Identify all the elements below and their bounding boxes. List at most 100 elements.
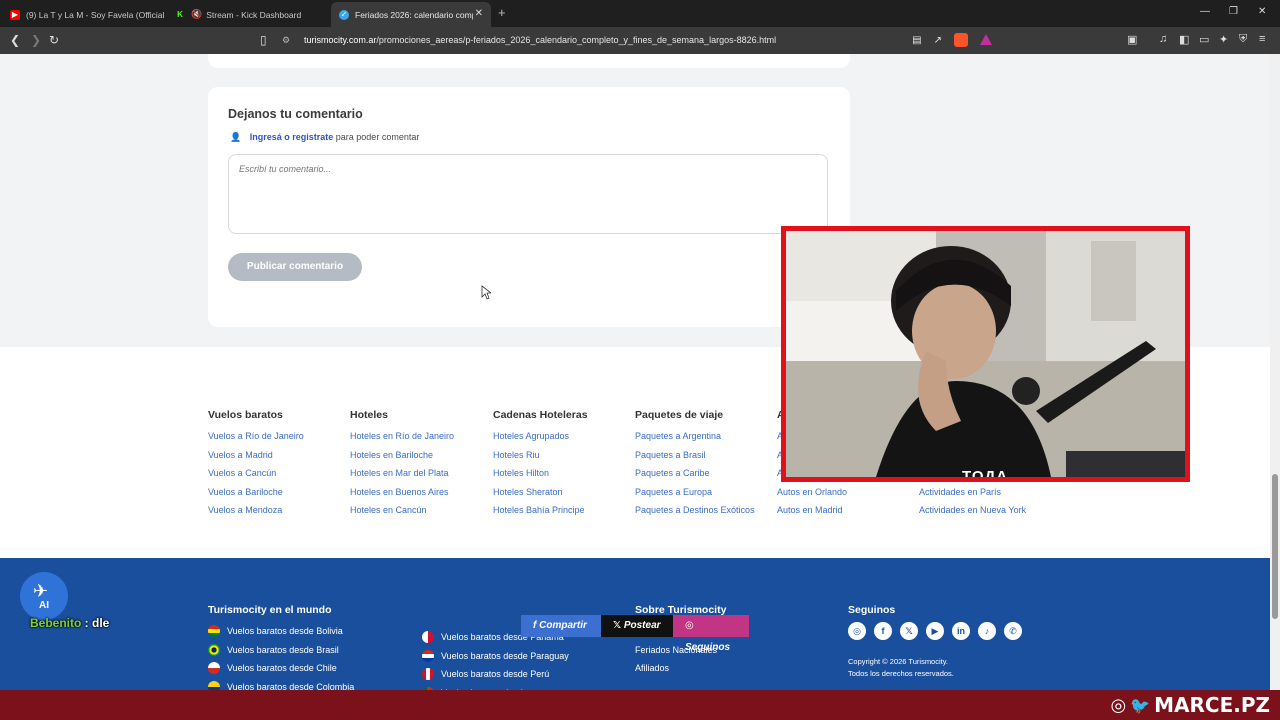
footer-link[interactable]: Vuelos a Río de Janeiro — [208, 427, 304, 446]
link-column-hotels: Hoteles Hoteles en Río de Janeiro Hotele… — [350, 409, 454, 520]
social-links: ◎ f 𝕏 ▶ in ♪ ✆ — [848, 622, 1022, 640]
tiktok-icon[interactable]: ♪ — [978, 622, 996, 640]
tab-label: Feriados 2026: calendario compl — [355, 9, 473, 20]
footer-link[interactable]: Vuelos a Bariloche — [208, 483, 304, 502]
footer-link[interactable]: Hoteles en Bariloche — [350, 446, 454, 465]
menu-icon[interactable]: ≡ — [1259, 33, 1265, 45]
world-column: Turismocity en el mundo Vuelos baratos d… — [208, 604, 354, 696]
footer-link[interactable]: Paquetes a Argentina — [635, 427, 755, 446]
x-icon[interactable]: 𝕏 — [900, 622, 918, 640]
ai-label: AI — [39, 600, 49, 611]
comment-input[interactable] — [228, 154, 828, 234]
media-icon[interactable]: ♫ — [1159, 33, 1167, 45]
tab-kick[interactable]: K 🔇 Stream - Kick Dashboard — [167, 2, 331, 27]
stream-bottom-bar: ◎ 🐦 MARCE.PZ — [0, 690, 1280, 720]
country-link[interactable]: Vuelos baratos desde Bolivia — [208, 622, 354, 641]
copyright-line: Todos los derechos reservados. — [848, 669, 954, 678]
about-link[interactable]: Afiliados — [635, 659, 726, 678]
footer-link[interactable]: Paquetes a Caribe — [635, 464, 755, 483]
leo-ai-icon[interactable]: ✦ — [1219, 33, 1228, 46]
publish-comment-button[interactable]: Publicar comentario — [228, 253, 362, 281]
instagram-icon: ◎ — [1110, 694, 1127, 716]
footer-link[interactable]: Paquetes a Europa — [635, 483, 755, 502]
comment-section: Dejanos tu comentario 👤 Ingresá o regist… — [208, 87, 850, 327]
footer-link[interactable]: Paquetes a Brasil — [635, 446, 755, 465]
tab-youtube[interactable]: ▶ (9) La T y La M - Soy Favela (Official… — [2, 2, 166, 27]
previous-card — [208, 54, 850, 68]
footer-link[interactable]: Hoteles Bahía Principe — [493, 501, 588, 520]
footer-link[interactable]: Autos en Orlando — [777, 483, 847, 502]
instagram-icon: ◎ — [685, 620, 694, 631]
link-column-flights: Vuelos baratos Vuelos a Río de Janeiro V… — [208, 409, 304, 520]
country-link[interactable]: Vuelos baratos desde Paraguay — [422, 647, 569, 666]
footer-link[interactable]: Hoteles en Río de Janeiro — [350, 427, 454, 446]
kick-icon: K — [175, 9, 185, 20]
footer-link[interactable]: Hoteles en Mar del Plata — [350, 464, 454, 483]
wallet-icon[interactable]: ▭ — [1199, 33, 1209, 46]
column-title: Hoteles — [350, 409, 388, 421]
brave-rewards-icon[interactable] — [980, 34, 992, 45]
tab-strip: ▶ (9) La T y La M - Soy Favela (Official… — [0, 0, 1280, 27]
close-tab-icon[interactable]: ✕ — [475, 8, 483, 19]
forward-icon[interactable]: ❯ — [31, 33, 41, 47]
address-bar[interactable]: ▯ ⚙ turismocity.com.ar/promociones_aerea… — [252, 30, 1000, 51]
ai-assistant-button[interactable]: ✈ AI — [20, 572, 68, 620]
footer-link[interactable]: Hoteles Riu — [493, 446, 588, 465]
chat-sep: : — [81, 616, 93, 630]
share-bar: f Compartir 𝕏 Postear ◎ Seguinos — [521, 615, 749, 653]
reload-icon[interactable]: ↻ — [49, 33, 59, 47]
screenshot-icon[interactable]: ▣ — [1127, 33, 1137, 46]
share-facebook-button[interactable]: f Compartir — [521, 615, 601, 637]
share-icon[interactable]: ↗ — [934, 30, 942, 51]
page-scrollbar[interactable] — [1270, 54, 1280, 690]
footer-link[interactable]: Vuelos a Mendoza — [208, 501, 304, 520]
footer-link[interactable]: Hoteles en Buenos Aires — [350, 483, 454, 502]
back-icon[interactable]: ❮ — [10, 33, 20, 47]
column-title: Paquetes de viaje — [635, 409, 724, 421]
country-link[interactable]: Vuelos baratos desde Brasil — [208, 641, 354, 660]
footer-link[interactable]: Hoteles en Cancún — [350, 501, 454, 520]
footer-title: Turismocity en el mundo — [208, 604, 332, 616]
footer-link[interactable]: Vuelos a Cancún — [208, 464, 304, 483]
footer-link[interactable]: Vuelos a Madrid — [208, 446, 304, 465]
share-x-button[interactable]: 𝕏 Postear — [601, 615, 673, 637]
sidebar-icon[interactable]: ◧ — [1179, 33, 1189, 46]
youtube-icon[interactable]: ▶ — [926, 622, 944, 640]
linkedin-icon[interactable]: in — [952, 622, 970, 640]
footer-link[interactable]: Hoteles Hilton — [493, 464, 588, 483]
country-link[interactable]: Vuelos baratos desde Perú — [422, 665, 569, 684]
follow-column: Seguinos ◎ f 𝕏 ▶ in ♪ ✆ Copyright © 2026… — [848, 604, 1022, 680]
footer-link[interactable]: Hoteles Sheraton — [493, 483, 588, 502]
vpn-icon[interactable]: ⛨ — [1239, 33, 1247, 46]
chat-nick: Bebenito — [30, 616, 82, 630]
new-tab-icon[interactable]: + — [498, 5, 506, 20]
whatsapp-icon[interactable]: ✆ — [1004, 622, 1022, 640]
footer-link[interactable]: Hoteles Agrupados — [493, 427, 588, 446]
brave-shields-icon[interactable] — [954, 33, 968, 47]
footer-link[interactable]: Paquetes a Destinos Exóticos — [635, 501, 755, 520]
site-info-icon[interactable]: ⚙ — [282, 30, 290, 51]
user-icon: 👤 — [230, 132, 242, 142]
reader-icon[interactable]: ▤ — [912, 30, 921, 51]
footer-link[interactable]: Autos en Madrid — [777, 501, 847, 520]
window-close-icon[interactable]: ✕ — [1258, 6, 1266, 17]
country-link[interactable]: Vuelos baratos desde Chile — [208, 659, 354, 678]
instagram-icon[interactable]: ◎ — [848, 622, 866, 640]
tab-turismocity[interactable]: ✓ Feriados 2026: calendario compl ✕ — [331, 2, 491, 27]
brazil-flag-icon — [208, 643, 220, 656]
footer-link[interactable]: Actividades en Nueva York — [919, 501, 1026, 520]
minimize-icon[interactable]: — — [1200, 6, 1210, 17]
link-column-packages: Paquetes de viaje Paquetes a Argentina P… — [635, 409, 755, 520]
facebook-icon[interactable]: f — [874, 622, 892, 640]
scroll-thumb[interactable] — [1272, 474, 1278, 619]
share-instagram-button[interactable]: ◎ Seguinos — [673, 615, 749, 653]
turismocity-icon: ✓ — [339, 9, 349, 20]
footer-link[interactable]: Actividades en París — [919, 483, 1026, 502]
login-link[interactable]: Ingresá o registrate — [250, 132, 334, 142]
chat-text: dle — [92, 616, 110, 630]
bookmark-icon[interactable]: ▯ — [260, 30, 267, 51]
restore-icon[interactable]: ❐ — [1229, 6, 1238, 17]
country-label: Vuelos baratos desde Perú — [441, 669, 550, 680]
webcam-overlay: TOДA — [781, 226, 1190, 482]
handle-text: MARCE.PZ — [1154, 693, 1270, 717]
